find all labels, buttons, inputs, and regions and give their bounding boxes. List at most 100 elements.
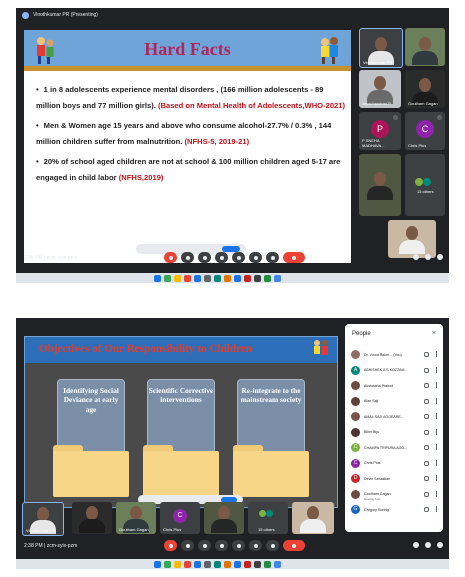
app-icon[interactable] [204,274,211,282]
app-icon[interactable] [194,274,201,282]
app-icon[interactable] [184,274,191,282]
list-item[interactable]: G Gregory Sonnig [351,502,439,518]
list-item[interactable]: D Devin Sebastian [351,471,439,487]
others-tile[interactable]: 15 others [405,154,445,216]
more-options-button[interactable] [266,252,279,263]
emoji-button[interactable] [232,252,245,263]
hand-raise-button[interactable] [249,252,262,263]
mic-icon[interactable] [424,507,429,512]
mic-icon[interactable] [424,460,429,466]
more-vert-icon[interactable] [435,397,437,404]
app-icon[interactable] [274,560,281,568]
app-icon[interactable] [264,274,271,282]
more-options-button[interactable] [266,540,279,551]
participant-name: ABHISHEK A S KOZZAM... [364,368,408,373]
leave-call-button[interactable] [283,252,305,263]
participant-tile[interactable]: Jayachandran P [359,70,401,108]
participant-avatar: P [371,120,389,138]
mic-toggle-button[interactable] [164,540,177,551]
app-icon[interactable] [154,274,161,282]
captions-button[interactable] [198,252,211,263]
people-icon[interactable] [425,254,431,260]
app-icon[interactable] [224,560,231,568]
more-vert-icon[interactable] [435,351,437,357]
list-item[interactable]: C Chris Pius [351,456,439,472]
more-vert-icon[interactable] [435,444,437,450]
app-icon[interactable] [194,560,201,568]
mic-icon[interactable] [424,445,429,450]
list-item[interactable]: Dr. Vinod Rahm... (You) [351,347,439,363]
app-icon[interactable] [234,560,241,568]
hand-raise-button[interactable] [249,540,262,551]
more-vert-icon[interactable] [435,413,437,419]
mic-icon[interactable] [424,476,429,481]
participant-tile[interactable] [204,502,244,534]
mic-icon[interactable] [424,352,429,357]
activities-icon[interactable] [437,254,443,260]
participant-tile[interactable] [359,154,401,216]
camera-toggle-button[interactable] [181,252,194,263]
app-icon[interactable] [164,560,171,568]
people-icon[interactable] [425,542,431,548]
mic-icon[interactable] [424,383,429,388]
participant-tile[interactable]: Goutham Gagan [116,502,156,534]
mic-toggle-button[interactable] [164,252,177,263]
list-item[interactable]: A ABHISHEK A S KOZZAM... [351,363,439,379]
app-icon[interactable] [244,560,251,568]
close-icon[interactable]: × [432,330,436,337]
list-item[interactable]: C CHAMPA TRIPURA AGG... [351,440,439,456]
list-item[interactable]: Bibin Biju [351,425,439,441]
others-tile[interactable]: 15 others [248,502,288,534]
mic-icon[interactable] [424,491,429,497]
app-icon[interactable] [164,274,171,282]
list-item[interactable]: Goutham Gagan Meeting host [351,487,439,503]
more-vert-icon[interactable] [435,428,437,435]
app-icon[interactable] [244,274,251,282]
app-icon[interactable] [214,274,221,282]
more-vert-icon[interactable] [435,382,437,388]
more-vert-icon[interactable] [435,366,437,373]
activities-icon[interactable] [437,542,443,548]
mic-icon[interactable] [424,429,429,435]
list-item[interactable]: AMAL SAJI AGGEARE... [351,409,439,425]
mic-icon[interactable] [424,367,429,373]
app-icon[interactable] [254,274,261,282]
present-button[interactable] [215,540,228,551]
app-icon[interactable] [274,274,281,282]
app-icon[interactable] [174,274,181,282]
participant-tile[interactable] [72,502,112,534]
leave-call-button[interactable] [283,540,305,551]
mic-off-icon [393,115,398,120]
app-icon[interactable] [214,560,221,568]
app-icon[interactable] [234,274,241,282]
participant-tile[interactable]: C Chris Pius [160,502,200,534]
participant-tile[interactable]: C Chris Pius [405,112,445,150]
captions-button[interactable] [198,540,211,551]
app-icon[interactable] [264,560,271,568]
app-icon[interactable] [184,560,191,568]
more-vert-icon[interactable] [435,475,437,481]
app-icon[interactable] [224,274,231,282]
mic-icon[interactable] [424,414,429,419]
list-item[interactable]: Alan Saji [351,394,439,410]
app-icon[interactable] [174,560,181,568]
present-button[interactable] [215,252,228,263]
app-icon[interactable] [254,560,261,568]
participant-tile[interactable] [292,502,334,534]
info-icon[interactable] [413,254,419,260]
emoji-button[interactable] [232,540,245,551]
more-vert-icon[interactable] [435,459,437,466]
app-icon[interactable] [204,560,211,568]
participant-tile[interactable]: Vinothkumar PR [359,28,403,68]
list-item[interactable]: Akshwana Prahod [351,378,439,394]
participant-tile[interactable]: P P SNEHA MADHAVA... [359,112,401,150]
app-icon[interactable] [154,560,161,568]
participant-tile[interactable]: Goutham Gagan [405,70,445,108]
more-vert-icon[interactable] [435,490,437,497]
mic-icon[interactable] [424,398,429,404]
more-vert-icon[interactable] [435,506,437,512]
participant-tile[interactable]: Vinothkumar PR [22,502,64,536]
participant-tile[interactable] [405,28,445,66]
info-icon[interactable] [413,542,419,548]
camera-toggle-button[interactable] [181,540,194,551]
